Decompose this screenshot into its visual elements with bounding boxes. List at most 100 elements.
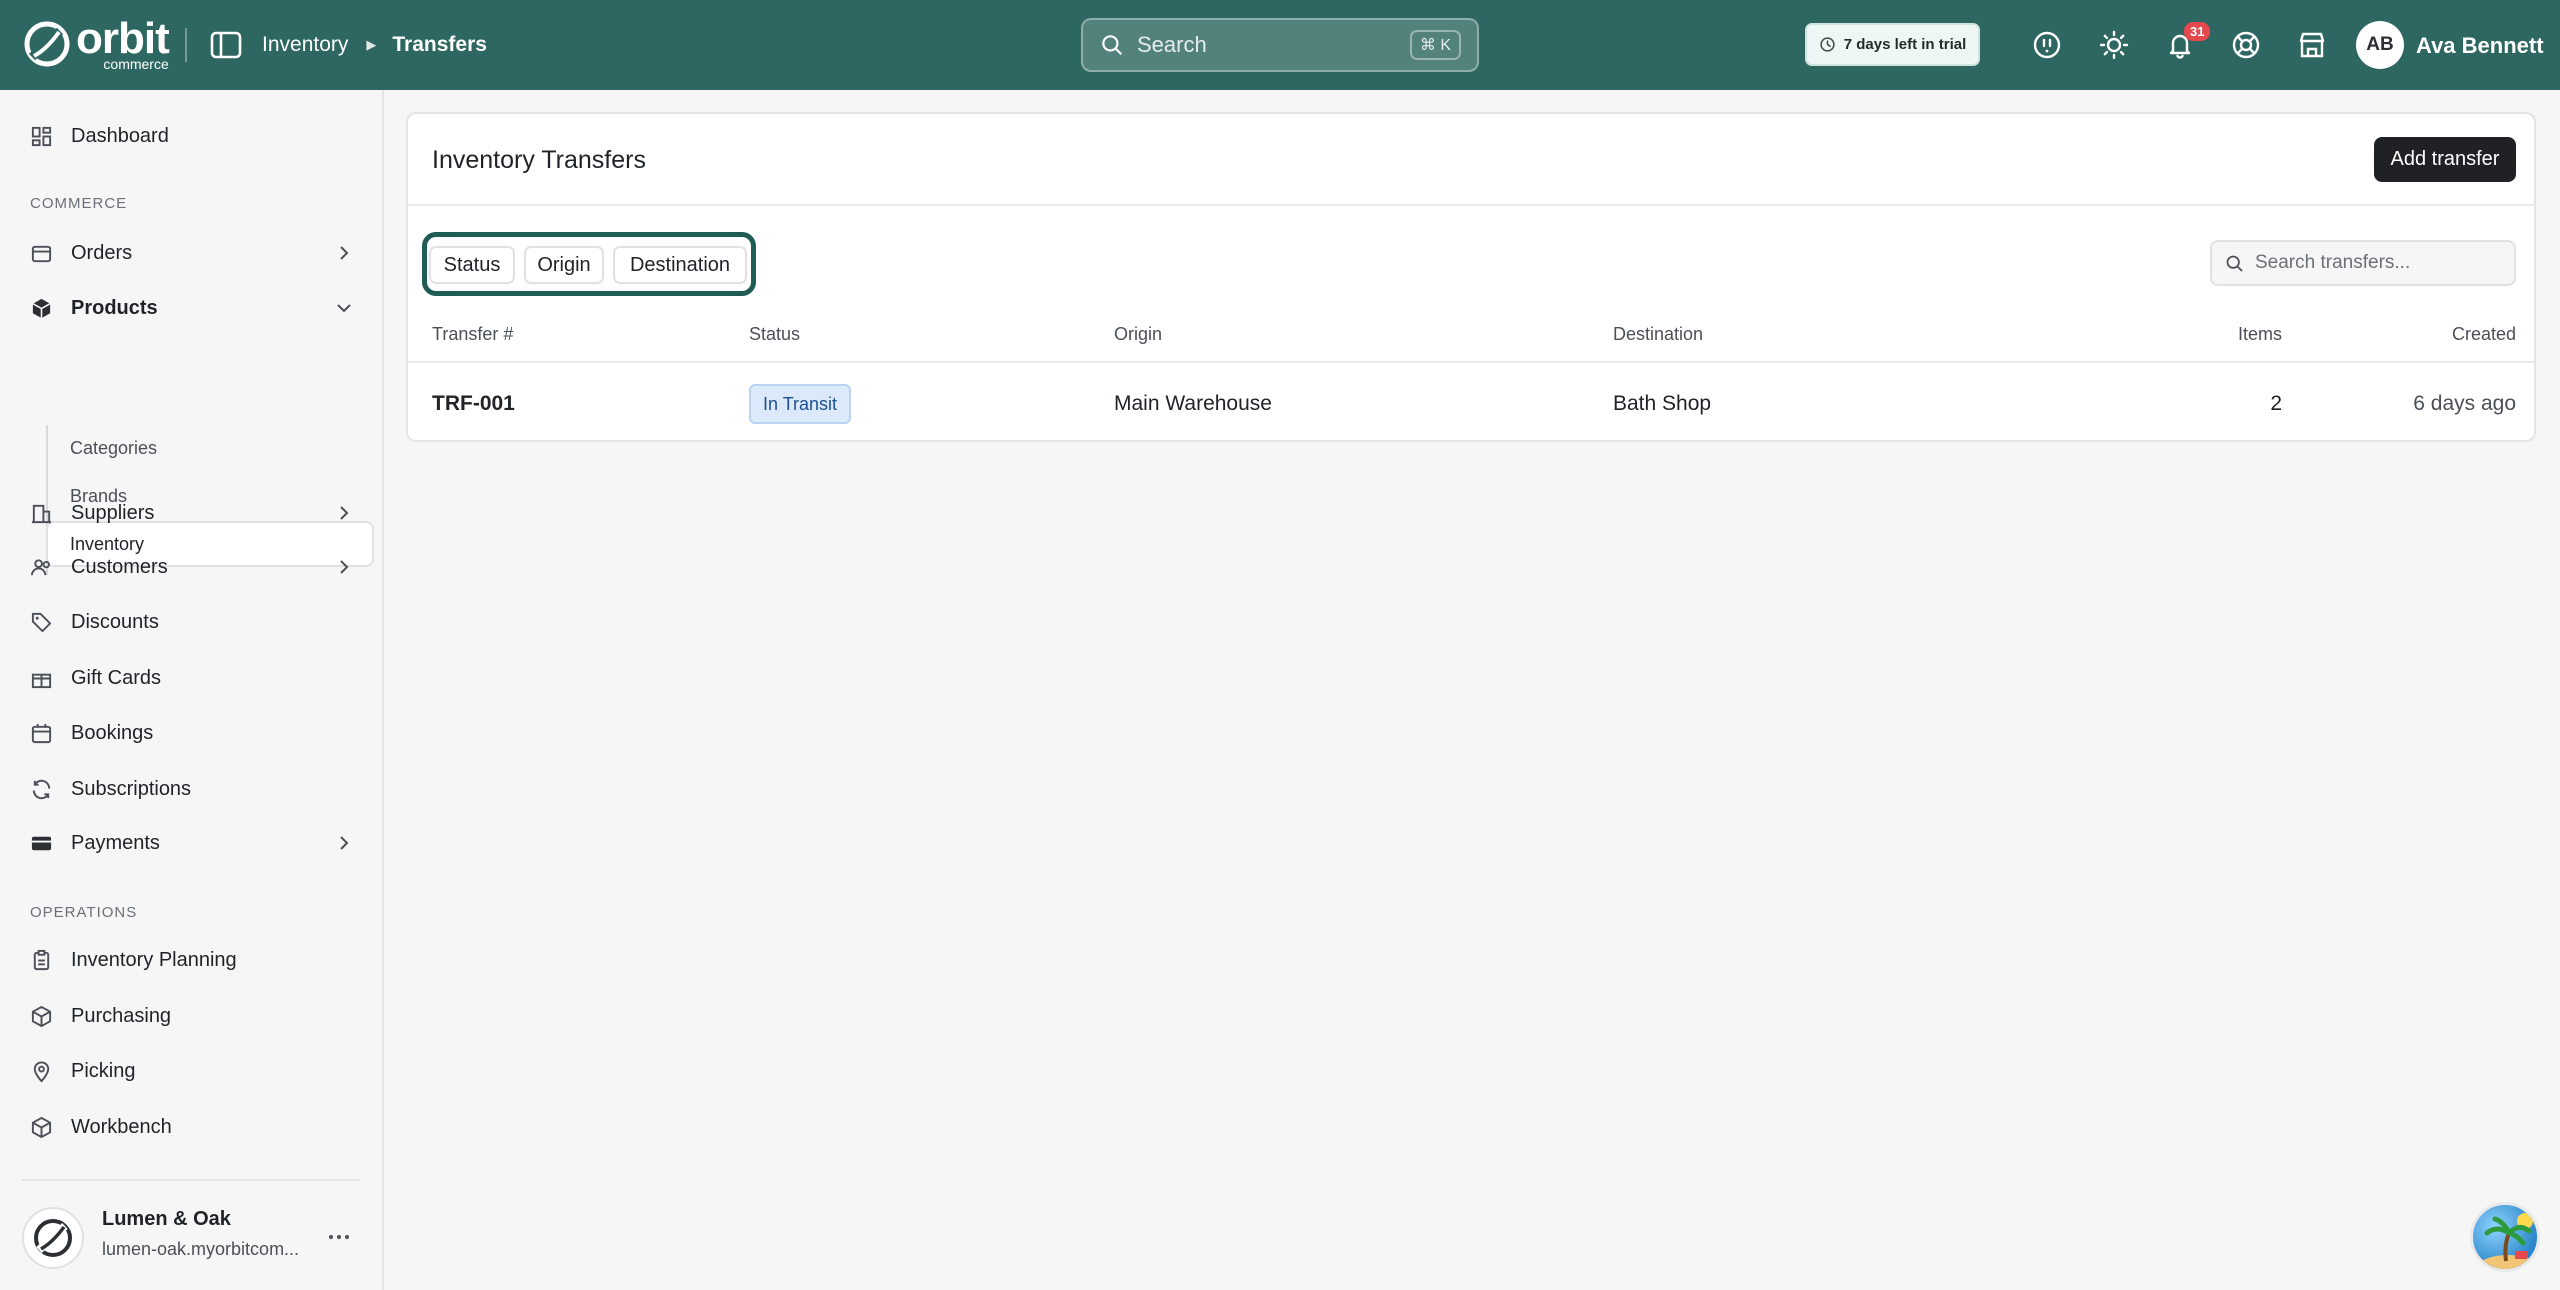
sidebar-item-bookings[interactable]: Bookings xyxy=(0,708,384,758)
store-name: Lumen & Oak xyxy=(102,1208,231,1230)
store-url: lumen-oak.myorbitcom... xyxy=(102,1239,300,1259)
user-name[interactable]: Ava Bennett xyxy=(2416,33,2544,59)
top-bar: orbit commerce Inventory ▶ Transfers Sea… xyxy=(0,0,2560,90)
status-badge: In Transit xyxy=(749,384,852,424)
section-label-operations: OPERATIONS xyxy=(30,904,138,921)
column-header-destination[interactable]: Destination xyxy=(1613,324,1703,345)
sidebar-item-workbench[interactable]: Workbench xyxy=(0,1102,384,1152)
more-horizontal-icon[interactable] xyxy=(324,1222,354,1252)
breadcrumb-separator-icon: ▶ xyxy=(366,37,377,52)
section-label-commerce: COMMERCE xyxy=(30,195,128,212)
inventory-transfers-card: Inventory Transfers Add transfer Status … xyxy=(406,112,2536,442)
status-button[interactable] xyxy=(2027,25,2067,65)
filter-status-button[interactable]: Status xyxy=(429,246,515,284)
lifebuoy-icon xyxy=(2232,31,2260,59)
logo-text: orbit xyxy=(76,14,170,63)
calendar-icon xyxy=(31,723,52,743)
transfer-created: 6 days ago xyxy=(2413,392,2516,415)
sidebar-item-label: Bookings xyxy=(71,721,154,744)
sidebar-item-payments[interactable]: Payments xyxy=(0,818,384,868)
store-switcher[interactable]: Lumen & Oak lumen-oak.myorbitcom... xyxy=(22,1202,366,1272)
page-title: Inventory Transfers xyxy=(432,146,646,174)
sidebar-item-label: Picking xyxy=(71,1059,136,1082)
sidebar-item-label: Payments xyxy=(71,831,160,854)
search-icon xyxy=(1102,35,1122,55)
help-button[interactable] xyxy=(2226,25,2266,65)
clock-icon xyxy=(1820,37,1835,52)
sidebar-item-label: Dashboard xyxy=(71,124,169,147)
trial-badge[interactable]: 7 days left in trial xyxy=(1805,23,1980,66)
sidebar-item-label: Customers xyxy=(71,555,168,578)
sidebar-item-suppliers[interactable]: Suppliers xyxy=(0,488,384,538)
sidebar-toggle-button[interactable] xyxy=(210,30,242,60)
notification-count-badge: 31 xyxy=(2184,22,2211,41)
sidebar-item-discounts[interactable]: Discounts xyxy=(0,597,384,647)
sidebar-item-gift-cards[interactable]: Gift Cards xyxy=(0,653,384,703)
notifications-button[interactable]: 31 xyxy=(2160,22,2211,65)
column-header-items[interactable]: Items xyxy=(2102,324,2282,345)
sidebar-item-label: Purchasing xyxy=(71,1004,172,1027)
search-shortcut: ⌘ K xyxy=(1409,30,1461,60)
clipboard-icon xyxy=(33,949,50,970)
filter-destination-button[interactable]: Destination xyxy=(613,246,747,284)
chevron-right-icon xyxy=(340,506,349,520)
users-icon xyxy=(30,558,50,575)
orbit-logo[interactable]: orbit commerce xyxy=(22,14,170,72)
sidebar: Dashboard COMMERCE Orders Products Categ… xyxy=(0,90,384,1290)
credit-card-icon xyxy=(31,836,52,850)
gift-icon xyxy=(31,673,52,688)
sun-icon xyxy=(2099,30,2129,60)
sidebar-item-label: Gift Cards xyxy=(71,666,162,689)
sidebar-item-label: Discounts xyxy=(71,610,159,633)
sidebar-item-label: Inventory Planning xyxy=(71,948,237,971)
column-header-transfer-number[interactable]: Transfer # xyxy=(432,324,513,345)
theme-toggle-button[interactable] xyxy=(2094,25,2134,65)
table-header-divider xyxy=(408,361,2534,363)
storefront-button[interactable] xyxy=(2292,25,2332,65)
store-icon xyxy=(2299,32,2325,58)
breadcrumb-transfers: Transfers xyxy=(392,33,487,56)
cube-icon xyxy=(31,1116,52,1138)
sidebar-item-orders[interactable]: Orders xyxy=(0,228,384,278)
filter-origin-button[interactable]: Origin xyxy=(524,246,604,284)
box-icon xyxy=(32,298,51,318)
chevron-right-icon xyxy=(340,560,349,574)
building-icon xyxy=(31,504,52,523)
sidebar-item-label: Products xyxy=(71,296,158,319)
sidebar-item-inventory-planning[interactable]: Inventory Planning xyxy=(0,935,384,985)
column-header-created[interactable]: Created xyxy=(2326,324,2516,345)
breadcrumb-inventory[interactable]: Inventory xyxy=(262,33,348,57)
column-header-origin[interactable]: Origin xyxy=(1114,324,1162,345)
transfer-destination: Bath Shop xyxy=(1613,392,1712,415)
assistant-launcher-button[interactable] xyxy=(2470,1202,2540,1272)
package-icon xyxy=(31,1005,52,1027)
sidebar-item-customers[interactable]: Customers xyxy=(0,542,384,592)
transfers-search-input[interactable] xyxy=(2255,252,2495,274)
sidebar-divider xyxy=(22,1179,360,1181)
user-avatar[interactable]: AB xyxy=(2356,21,2404,69)
card-header: Inventory Transfers Add transfer xyxy=(408,114,2534,206)
sidebar-item-products[interactable]: Products xyxy=(0,283,384,333)
store-logo xyxy=(22,1207,84,1269)
search-icon xyxy=(2226,255,2243,271)
sidebar-item-dashboard[interactable]: Dashboard xyxy=(0,111,384,161)
refresh-icon xyxy=(32,779,51,799)
topbar-divider xyxy=(185,28,187,62)
dashboard-icon xyxy=(31,126,52,146)
transfer-origin: Main Warehouse xyxy=(1114,392,1272,415)
transfer-id[interactable]: TRF-001 xyxy=(432,392,515,416)
sidebar-item-picking[interactable]: Picking xyxy=(0,1046,384,1096)
sidebar-item-purchasing[interactable]: Purchasing xyxy=(0,991,384,1041)
alert-circle-icon xyxy=(2033,31,2061,59)
orbit-logo-icon xyxy=(24,21,70,67)
sidebar-item-subscriptions[interactable]: Subscriptions xyxy=(0,764,384,814)
breadcrumb: Inventory ▶ Transfers xyxy=(262,30,487,60)
add-transfer-button[interactable]: Add transfer xyxy=(2374,137,2516,182)
sidebar-item-categories[interactable]: Categories xyxy=(48,425,374,471)
column-header-status[interactable]: Status xyxy=(749,324,800,345)
filter-group: Status Origin Destination xyxy=(422,232,756,296)
transfers-search[interactable] xyxy=(2210,240,2516,286)
tag-icon xyxy=(31,612,52,632)
chevron-down-icon xyxy=(337,304,351,313)
global-search[interactable]: Search ⌘ K xyxy=(1081,18,1479,72)
